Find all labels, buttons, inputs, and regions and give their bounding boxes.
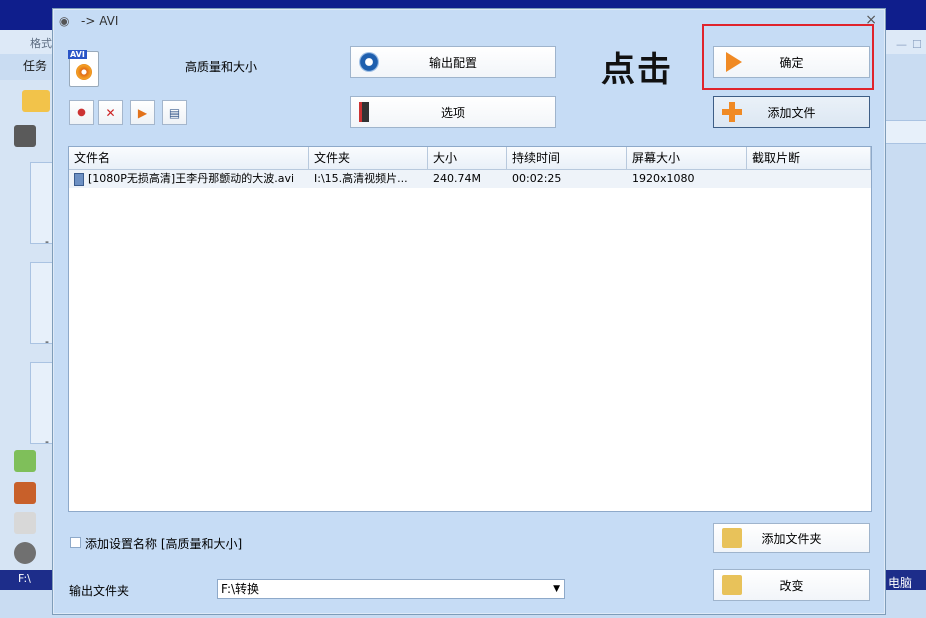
cell-resolution: 1920x1080 bbox=[632, 172, 695, 185]
drive-label: F:\ bbox=[18, 572, 31, 585]
column-clip[interactable]: 截取片断 bbox=[747, 147, 871, 169]
options-button[interactable]: 选项 bbox=[350, 96, 556, 128]
file-list-header: 文件名 文件夹 大小 持续时间 屏幕大小 截取片断 bbox=[69, 147, 871, 170]
play-icon[interactable]: ▶ bbox=[130, 100, 155, 125]
music-icon[interactable] bbox=[14, 450, 36, 472]
output-folder-select[interactable]: F:\转换 ▼ bbox=[217, 579, 565, 599]
highlight-box bbox=[702, 24, 874, 90]
column-folder[interactable]: 文件夹 bbox=[309, 147, 428, 169]
video-file-icon bbox=[74, 172, 84, 186]
dialog-title: -> AVI bbox=[81, 14, 119, 28]
background-title: 格式 bbox=[30, 37, 52, 50]
output-config-button[interactable]: 输出配置 bbox=[350, 46, 556, 78]
avi-profile-icon: AVI bbox=[68, 50, 99, 87]
column-duration[interactable]: 持续时间 bbox=[507, 147, 627, 169]
chevron-down-icon[interactable]: ▼ bbox=[553, 580, 560, 598]
column-filename[interactable]: 文件名 bbox=[69, 147, 309, 169]
add-setting-name-checkbox[interactable] bbox=[70, 537, 81, 548]
avi-settings-dialog: ◉ -> AVI × AVI 高质量和大小 输出配置 选项 ● ✕ ▶ ▤ 点击… bbox=[52, 8, 886, 615]
background-right-panel bbox=[884, 120, 926, 144]
file-list[interactable]: 文件名 文件夹 大小 持续时间 屏幕大小 截取片断 [1080P无损高清]王李丹… bbox=[68, 146, 872, 512]
bg-maximize-icon[interactable]: ☐ bbox=[912, 38, 922, 51]
media-info-icon[interactable]: ▤ bbox=[162, 100, 187, 125]
tasks-tab[interactable]: 任务 bbox=[23, 57, 47, 74]
clear-list-icon[interactable]: ✕ bbox=[98, 100, 123, 125]
film-scissors-icon bbox=[359, 102, 382, 122]
output-folder-label: 输出文件夹 bbox=[69, 584, 130, 598]
folder-add-icon bbox=[722, 528, 742, 548]
folder-icon[interactable] bbox=[22, 90, 50, 112]
remove-file-icon[interactable]: ● bbox=[69, 100, 94, 125]
picture-icon[interactable] bbox=[14, 482, 36, 504]
column-size[interactable]: 大小 bbox=[428, 147, 507, 169]
disc-drive-icon[interactable] bbox=[14, 512, 36, 534]
folder-icon bbox=[722, 575, 742, 595]
add-folder-button[interactable]: 添加文件夹 bbox=[713, 523, 870, 553]
gear-icon bbox=[359, 52, 379, 72]
click-callout: 点击 bbox=[601, 50, 673, 90]
cell-clip bbox=[747, 170, 871, 188]
app-icon: ◉ bbox=[59, 14, 70, 28]
cell-filename: [1080P无损高清]王李丹那颤动的大波.avi bbox=[69, 170, 309, 188]
film-reel-icon[interactable] bbox=[14, 542, 36, 564]
video-clapper-icon[interactable] bbox=[14, 125, 36, 147]
table-row[interactable]: [1080P无损高清]王李丹那颤动的大波.avi I:\15.高清视频片... … bbox=[69, 170, 871, 188]
bg-minimize-icon[interactable]: — bbox=[896, 38, 907, 51]
profile-label: 高质量和大小 bbox=[185, 60, 258, 74]
cell-duration: 00:02:25 bbox=[512, 172, 562, 185]
column-resolution[interactable]: 屏幕大小 bbox=[627, 147, 747, 169]
add-setting-name-label: 添加设置名称 [高质量和大小] bbox=[85, 537, 243, 551]
plus-icon bbox=[722, 102, 742, 122]
add-file-button[interactable]: 添加文件 bbox=[713, 96, 870, 128]
change-button[interactable]: 改变 bbox=[713, 569, 870, 601]
cell-folder: I:\15.高清视频片... bbox=[314, 172, 408, 185]
cell-size: 240.74M bbox=[433, 172, 481, 185]
pc-label: 电脑 bbox=[888, 576, 913, 590]
